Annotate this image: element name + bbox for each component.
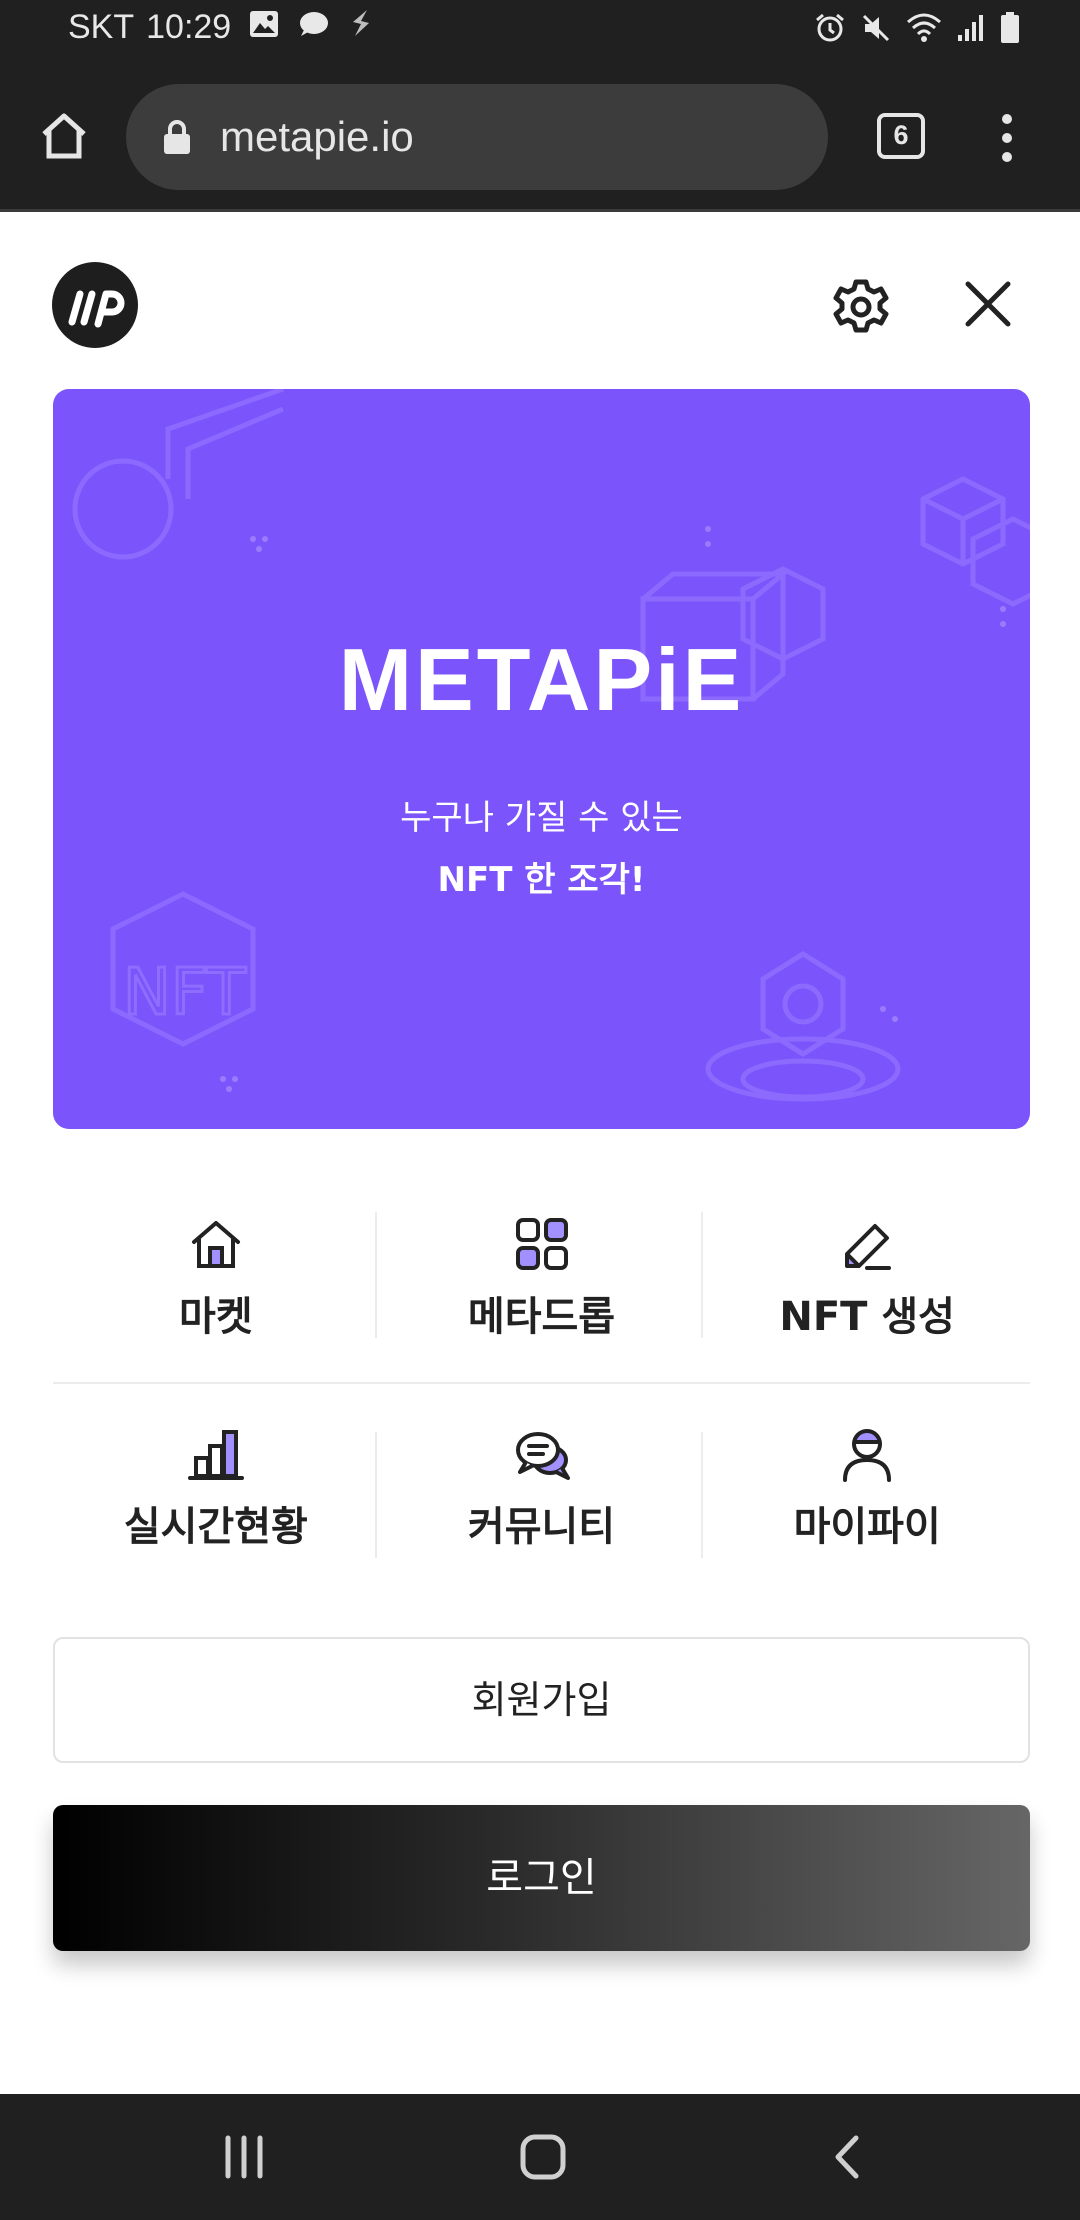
login-button[interactable]: 로그인 — [53, 1805, 1030, 1951]
user-icon — [843, 1429, 892, 1482]
tab-count-button[interactable]: 6 — [877, 113, 925, 159]
menu-label: 메타드롭 — [467, 1294, 616, 1340]
main-menu: 마켓 메타드롭 NFT 생성 실시간현황 커뮤니티 마이파이 — [53, 1180, 1030, 1588]
image-icon — [249, 8, 279, 47]
tagline-line2: NFT 한 조각! — [437, 860, 646, 900]
recent-apps-icon[interactable] — [222, 2134, 266, 2180]
banner-tagline: 누구나 가질 수 있는 NFT 한 조각! — [53, 787, 1030, 911]
browser-toolbar: metapie.io 6 — [0, 64, 1080, 212]
pencil-icon — [845, 1224, 892, 1270]
divider — [701, 1212, 703, 1338]
menu-item-nft-create[interactable]: NFT 생성 — [704, 1180, 1030, 1382]
chat-bubble-icon — [297, 8, 329, 47]
promo-banner: NFT METAPiE 누구나 가질 수 있는 NFT 한 조각! — [53, 389, 1030, 1129]
settings-icon[interactable] — [832, 278, 890, 336]
menu-label: 커뮤니티 — [467, 1504, 616, 1550]
battery-icon — [1000, 12, 1020, 48]
chat-icon — [515, 1432, 570, 1480]
mute-icon — [860, 12, 892, 48]
menu-row: 마켓 메타드롭 NFT 생성 — [53, 1180, 1030, 1384]
alarm-icon — [814, 12, 846, 48]
menu-item-mypie[interactable]: 마이파이 — [704, 1384, 1030, 1588]
status-left: SKT 10:29 — [68, 8, 375, 47]
banner-decoration: NFT — [72, 389, 1030, 1102]
browser-menu-icon[interactable] — [990, 112, 1024, 164]
back-icon[interactable] — [830, 2134, 864, 2180]
menu-item-metadrop[interactable]: 메타드롭 — [379, 1180, 705, 1382]
url-text: metapie.io — [220, 113, 414, 160]
system-nav-bar — [0, 2094, 1080, 2220]
banner-brand: METAPiE — [338, 630, 745, 729]
clock: 10:29 — [146, 8, 232, 46]
address-bar[interactable]: metapie.io — [126, 84, 828, 190]
home-icon — [191, 1221, 240, 1268]
metapie-logo[interactable] — [52, 262, 138, 348]
menu-label: NFT 생성 — [779, 1294, 955, 1340]
carrier: SKT — [68, 8, 135, 46]
menu-label: 마켓 — [179, 1294, 253, 1340]
signup-button[interactable]: 회원가입 — [53, 1637, 1030, 1763]
menu-item-market[interactable]: 마켓 — [53, 1180, 379, 1382]
status-right — [800, 12, 1020, 48]
browser-home-icon[interactable] — [38, 110, 90, 162]
bar-chart-icon — [187, 1430, 244, 1480]
menu-label: 실시간현황 — [123, 1504, 308, 1550]
menu-item-community[interactable]: 커뮤니티 — [379, 1384, 705, 1588]
lock-icon — [164, 120, 190, 154]
divider — [375, 1212, 377, 1338]
menu-label: 마이파이 — [793, 1504, 941, 1550]
wifi-icon — [906, 12, 942, 48]
close-icon[interactable] — [962, 278, 1014, 330]
app-s-icon — [347, 8, 375, 47]
divider — [701, 1432, 703, 1558]
grid-icon — [515, 1218, 568, 1270]
menu-item-realtime[interactable]: 실시간현황 — [53, 1384, 379, 1588]
status-bar: SKT 10:29 — [0, 0, 1080, 64]
svg-text:NFT: NFT — [123, 956, 247, 1030]
divider — [375, 1432, 377, 1558]
tagline-line1: 누구나 가질 수 있는 — [400, 798, 683, 838]
signal-icon — [956, 13, 986, 47]
system-home-icon[interactable] — [520, 2134, 566, 2180]
menu-row: 실시간현황 커뮤니티 마이파이 — [53, 1384, 1030, 1588]
